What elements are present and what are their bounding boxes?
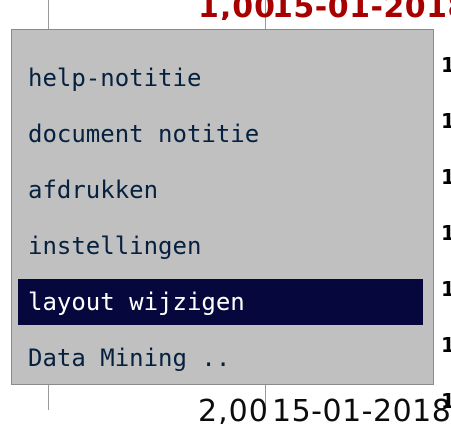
menu-item-label: instellingen bbox=[28, 232, 202, 260]
context-menu: help-notitie document notitie afdrukken … bbox=[11, 29, 434, 385]
cell-amount: 1,00 bbox=[198, 0, 277, 20]
right-cell-fragment: 18 bbox=[441, 333, 451, 353]
right-cell-fragment: 18 bbox=[441, 221, 451, 241]
menu-item-afdrukken[interactable]: afdrukken bbox=[18, 167, 423, 213]
cell-amount: 2,00 bbox=[198, 394, 269, 424]
menu-item-label: afdrukken bbox=[28, 176, 159, 204]
right-cell-fragment: 18 bbox=[441, 165, 451, 185]
menu-item-document-notitie[interactable]: document notitie bbox=[18, 111, 423, 157]
menu-item-data-mining[interactable]: Data Mining .. bbox=[18, 335, 423, 381]
menu-item-label: layout wijzigen bbox=[28, 288, 245, 316]
menu-item-label: help-notitie bbox=[28, 64, 202, 92]
right-cell-fragment: 18 bbox=[441, 53, 451, 73]
cell-date: 15-01-2018 bbox=[272, 0, 451, 20]
right-cell-fragment: 18 bbox=[441, 109, 451, 129]
right-cell-fragment: 18 bbox=[441, 389, 451, 409]
menu-item-label: document notitie bbox=[28, 120, 260, 148]
table-row-bottom: 2,00 15-01-2018 bbox=[0, 394, 451, 424]
menu-item-layout-wijzigen[interactable]: layout wijzigen bbox=[18, 279, 423, 325]
menu-item-instellingen[interactable]: instellingen bbox=[18, 223, 423, 269]
menu-item-label: Data Mining .. bbox=[28, 344, 231, 372]
menu-item-help-notitie[interactable]: help-notitie bbox=[18, 55, 423, 101]
right-cell-fragment: 18 bbox=[441, 277, 451, 297]
cell-date: 15-01-2018 bbox=[272, 394, 451, 424]
table-row-top: 1,00 15-01-2018 bbox=[0, 0, 451, 20]
